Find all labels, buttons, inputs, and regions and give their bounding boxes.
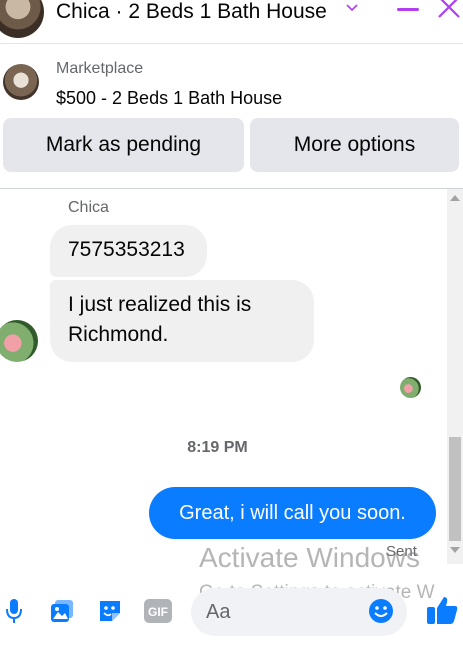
- message-thread: Chica 7575353213 I just realized this is…: [0, 189, 447, 564]
- marketplace-label: Marketplace: [56, 60, 144, 77]
- scrollbar-thumb[interactable]: [449, 437, 461, 541]
- chat-avatar[interactable]: [0, 0, 44, 38]
- sticker-icon[interactable]: [96, 596, 124, 626]
- close-icon[interactable]: [436, 0, 462, 28]
- incoming-message[interactable]: 7575353213: [50, 225, 207, 277]
- microphone-icon[interactable]: [4, 596, 24, 626]
- incoming-message[interactable]: I just realized this is Richmond.: [50, 280, 314, 362]
- gif-label: GIF: [148, 605, 168, 619]
- activation-watermark-title: Activate Windows: [199, 542, 420, 573]
- chevron-down-icon[interactable]: [345, 0, 359, 18]
- message-composer: GIF: [0, 576, 463, 652]
- photo-icon[interactable]: [49, 596, 75, 626]
- more-options-button[interactable]: More options: [250, 118, 459, 172]
- thumbs-up-icon[interactable]: [425, 594, 459, 626]
- outgoing-message[interactable]: Great, i will call you soon.: [149, 487, 436, 539]
- mark-as-pending-button[interactable]: Mark as pending: [3, 118, 244, 172]
- sender-avatar[interactable]: [0, 320, 38, 362]
- scroll-down-icon[interactable]: [450, 547, 460, 553]
- read-receipt-avatar: [400, 377, 421, 398]
- listing-title: $500 - 2 Beds 1 Bath House: [56, 88, 283, 108]
- chat-header: Chica · 2 Beds 1 Bath House: [0, 0, 463, 44]
- message-timestamp: 8:19 PM: [187, 439, 248, 456]
- scroll-up-icon[interactable]: [450, 195, 460, 201]
- emoji-icon[interactable]: [368, 598, 394, 624]
- listing-actions: Mark as pending More options: [0, 118, 463, 174]
- listing-thumbnail: [3, 64, 39, 100]
- gif-icon[interactable]: GIF: [144, 596, 172, 626]
- minimize-icon[interactable]: [397, 8, 419, 11]
- marketplace-listing[interactable]: Marketplace $500 - 2 Beds 1 Bath House: [0, 52, 463, 112]
- scrollbar[interactable]: [447, 189, 463, 564]
- sender-name: Chica: [68, 199, 109, 216]
- chat-title[interactable]: Chica · 2 Beds 1 Bath House: [56, 0, 327, 24]
